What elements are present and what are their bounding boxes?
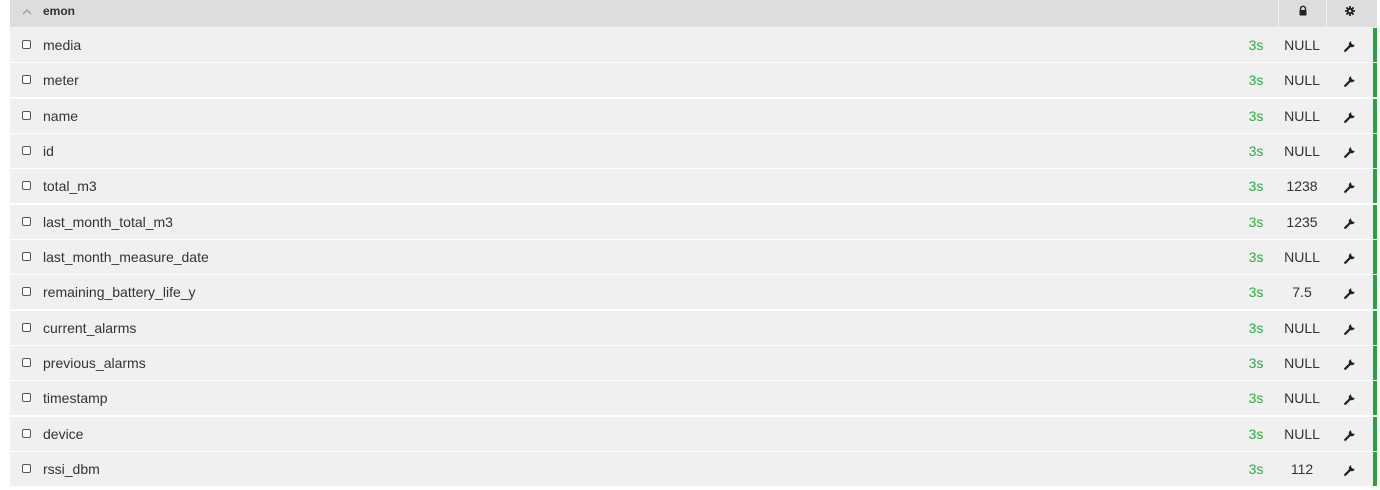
feed-updated-time: 3s <box>1248 460 1264 477</box>
feed-updated-time: 3s <box>1248 425 1264 442</box>
feed-name: current_alarms <box>43 319 137 336</box>
feed-row[interactable]: timestamp 3s NULL <box>10 381 1377 416</box>
feed-value: NULL <box>1284 390 1320 407</box>
feed-row[interactable]: remaining_battery_life_y 3s 7.5 <box>10 275 1377 310</box>
gear-icon[interactable] <box>1344 4 1356 16</box>
feed-value: 1238 <box>1286 178 1318 195</box>
feed-name: id <box>43 142 54 159</box>
wrench-icon[interactable] <box>1344 251 1356 264</box>
feed-checkbox[interactable] <box>22 251 31 261</box>
feed-checkbox[interactable] <box>22 463 31 473</box>
wrench-icon[interactable] <box>1344 74 1356 88</box>
feed-value: NULL <box>1284 248 1320 265</box>
feed-value: NULL <box>1284 107 1320 124</box>
feed-checkbox[interactable] <box>22 181 31 191</box>
feed-row[interactable]: id 3s NULL <box>10 133 1377 168</box>
column-divider <box>1278 0 1279 28</box>
feed-checkbox[interactable] <box>22 393 31 403</box>
feed-checkbox[interactable] <box>22 216 31 226</box>
feed-updated-time: 3s <box>1248 354 1264 371</box>
feed-name: device <box>43 425 84 442</box>
feed-row[interactable]: rssi_dbm 3s 112 <box>10 451 1377 486</box>
feed-row[interactable]: current_alarms 3s NULL <box>10 310 1377 345</box>
feed-checkbox[interactable] <box>22 357 31 367</box>
feed-name: previous_alarms <box>43 354 146 371</box>
feed-group-panel: emon media 3s NULL meter 3s NULL name 3s… <box>10 0 1377 487</box>
feed-value: NULL <box>1284 37 1320 53</box>
wrench-icon[interactable] <box>1344 110 1356 123</box>
column-divider <box>1326 0 1327 28</box>
feed-checkbox[interactable] <box>22 322 31 332</box>
feed-value: 1235 <box>1286 213 1318 230</box>
feed-value: NULL <box>1284 72 1320 89</box>
feed-updated-time: 3s <box>1248 107 1264 124</box>
group-title: emon <box>43 4 76 18</box>
wrench-icon[interactable] <box>1344 216 1356 229</box>
wrench-icon[interactable] <box>1344 39 1356 52</box>
feed-name: last_month_total_m3 <box>43 213 173 230</box>
wrench-icon[interactable] <box>1344 322 1356 335</box>
feed-updated-time: 3s <box>1248 178 1264 195</box>
chevron-up-icon[interactable] <box>20 5 34 19</box>
feed-row[interactable]: name 3s NULL <box>10 98 1377 133</box>
feed-updated-time: 3s <box>1248 319 1264 336</box>
group-header[interactable]: emon <box>10 0 1377 28</box>
feed-value: 112 <box>1290 460 1314 477</box>
feed-updated-time: 3s <box>1248 284 1264 301</box>
feed-name: timestamp <box>43 390 108 407</box>
wrench-icon[interactable] <box>1344 463 1356 476</box>
wrench-icon[interactable] <box>1344 428 1356 441</box>
feed-name: last_month_measure_date <box>43 248 209 265</box>
feed-updated-time: 3s <box>1248 142 1264 159</box>
feed-row[interactable]: last_month_total_m3 3s 1235 <box>10 204 1377 239</box>
wrench-icon[interactable] <box>1344 392 1356 406</box>
feed-checkbox[interactable] <box>22 287 31 297</box>
feed-list: media 3s NULL meter 3s NULL name 3s NULL <box>10 28 1377 486</box>
feed-checkbox[interactable] <box>22 40 31 49</box>
feed-checkbox[interactable] <box>22 75 31 85</box>
feed-row[interactable]: meter 3s NULL <box>10 63 1377 98</box>
feed-updated-time: 3s <box>1248 37 1264 53</box>
feed-updated-time: 3s <box>1248 213 1264 230</box>
feed-updated-time: 3s <box>1248 72 1264 89</box>
feed-row[interactable]: device 3s NULL <box>10 416 1377 451</box>
feed-checkbox[interactable] <box>22 110 31 120</box>
wrench-icon[interactable] <box>1344 180 1356 194</box>
feed-name: rssi_dbm <box>43 460 100 477</box>
feed-value: NULL <box>1284 425 1320 442</box>
feed-checkbox[interactable] <box>22 145 31 155</box>
feed-row[interactable]: previous_alarms 3s NULL <box>10 345 1377 380</box>
feed-updated-time: 3s <box>1248 390 1264 407</box>
feed-row[interactable]: media 3s NULL <box>10 28 1377 62</box>
feed-row[interactable]: total_m3 3s 1238 <box>10 169 1377 204</box>
feed-name: media <box>43 37 82 53</box>
feed-name: meter <box>43 72 79 89</box>
feed-value: NULL <box>1284 319 1320 336</box>
feed-name: remaining_battery_life_y <box>43 284 196 301</box>
lock-icon[interactable] <box>1297 4 1309 16</box>
wrench-icon[interactable] <box>1344 357 1356 370</box>
feed-row[interactable]: last_month_measure_date 3s NULL <box>10 239 1377 274</box>
feed-value: NULL <box>1284 354 1320 371</box>
feed-updated-time: 3s <box>1248 248 1264 265</box>
feed-checkbox[interactable] <box>22 428 31 438</box>
feed-value: 7.5 <box>1292 284 1312 301</box>
feed-value: NULL <box>1284 142 1320 159</box>
feed-name: total_m3 <box>43 178 97 195</box>
wrench-icon[interactable] <box>1344 145 1356 158</box>
wrench-icon[interactable] <box>1344 286 1356 300</box>
feed-name: name <box>43 107 79 124</box>
